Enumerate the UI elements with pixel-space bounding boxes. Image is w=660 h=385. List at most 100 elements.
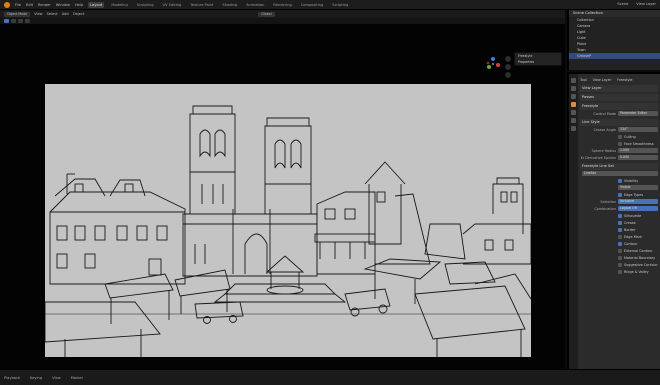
timeline-marker[interactable]: Marker	[71, 376, 83, 380]
outliner-title: Scene Collection	[569, 10, 660, 17]
crease-angle-label: Crease Angle	[593, 127, 616, 132]
view-layer-selector[interactable]: View Layer	[636, 2, 656, 6]
blender-logo-icon[interactable]	[4, 1, 10, 8]
edge-types-label: Edge Types	[624, 192, 644, 197]
panel-item-properties[interactable]: Properties	[515, 59, 561, 65]
crease-angle-field[interactable]: 134°	[618, 127, 658, 132]
menu-render[interactable]: Render	[38, 3, 51, 7]
tab-shading[interactable]: Shading	[220, 2, 239, 8]
town-square-line-render	[45, 105, 531, 357]
combination-label: Combination	[594, 206, 616, 211]
object-tab-icon[interactable]	[571, 126, 576, 131]
section-freestyle[interactable]: Freestyle	[580, 103, 658, 110]
tab-compositing[interactable]: Compositing	[299, 2, 326, 8]
edge-checkbox[interactable]	[618, 213, 622, 218]
edge-types-checkbox[interactable]	[618, 192, 622, 197]
edge-label: Ridge & Valley	[624, 269, 649, 274]
edge-checkbox[interactable]	[618, 227, 622, 232]
tab-modeling[interactable]: Modeling	[109, 2, 129, 8]
timeline-bar: Playback Keying View Marker	[0, 369, 660, 385]
timeline-view[interactable]: View	[52, 376, 61, 380]
camera-render-view	[45, 84, 531, 357]
kr-epsilon-field[interactable]: 0.000	[618, 155, 658, 160]
tab-tool[interactable]: Tool	[580, 78, 587, 82]
tab-layout[interactable]: Layout	[88, 1, 105, 8]
timeline-playback[interactable]: Playback	[4, 376, 20, 380]
sphere-radius-field[interactable]: 1.000	[618, 148, 658, 153]
face-smoothness-checkbox[interactable]	[618, 141, 622, 146]
section-view-layer[interactable]: View Layer	[580, 85, 658, 92]
section-line-set[interactable]: Freestyle Line Set	[580, 163, 658, 170]
selection-dropdown[interactable]: Inclusive	[618, 199, 658, 204]
menu-add[interactable]: Add	[62, 12, 69, 16]
timeline-keying[interactable]: Keying	[30, 376, 42, 380]
viewport-header: Object Mode View Select Add Object Globa…	[0, 10, 565, 18]
edge-label: Crease	[624, 220, 636, 225]
edge-checkbox[interactable]	[618, 269, 622, 274]
3d-viewport[interactable]: Freestyle Properties	[0, 24, 565, 369]
tab-sculpting[interactable]: Sculpting	[135, 2, 156, 8]
culling-label: Culling	[624, 134, 636, 139]
scene-selector[interactable]: Scene	[617, 2, 628, 6]
tab-animation[interactable]: Animation	[244, 2, 266, 8]
kr-epsilon-label: Kr Derivative Epsilon	[580, 155, 616, 160]
edge-label: Silhouette	[624, 213, 642, 218]
edge-checkbox[interactable]	[618, 234, 622, 239]
menu-object[interactable]: Object	[73, 12, 85, 16]
edge-checkbox[interactable]	[618, 241, 622, 246]
culling-checkbox[interactable]	[618, 134, 622, 139]
visibility-label: Visibility	[624, 178, 639, 183]
edge-label: External Contour	[624, 248, 653, 253]
tab-scripting[interactable]: Scripting	[330, 2, 350, 8]
render-tab-icon[interactable]	[571, 86, 576, 91]
edge-checkbox[interactable]	[618, 262, 622, 267]
edge-label: Material Boundary	[624, 255, 656, 260]
section-line-style[interactable]: Line Style	[580, 119, 658, 126]
visibility-checkbox[interactable]	[618, 178, 622, 183]
menu-edit[interactable]: Edit	[26, 3, 33, 7]
mode-dropdown[interactable]: Object Mode	[4, 11, 31, 17]
tab-view-layer[interactable]: View Layer	[593, 78, 612, 82]
control-mode-label: Control Mode	[593, 111, 616, 116]
camera-view-icon[interactable]	[505, 72, 511, 78]
menu-file[interactable]: File	[15, 3, 21, 7]
mode-extend-icon[interactable]	[25, 19, 30, 23]
tab-uv-editing[interactable]: UV Editing	[161, 2, 184, 8]
selection-label: Selection	[600, 199, 616, 204]
menu-help[interactable]: Help	[75, 3, 83, 7]
output-tab-icon[interactable]	[571, 94, 576, 99]
edge-label: Suggestive Contour	[624, 262, 658, 267]
section-passes[interactable]: Passes	[580, 94, 658, 101]
navigation-gizmo-icon[interactable]	[485, 56, 501, 72]
world-tab-icon[interactable]	[571, 118, 576, 123]
edge-label: Border	[624, 227, 636, 232]
tab-texture-paint[interactable]: Texture Paint	[188, 2, 215, 8]
lineset-list-item[interactable]: LineSet	[582, 171, 658, 176]
view-layer-tab-icon[interactable]	[571, 102, 576, 107]
select-lasso-icon[interactable]	[18, 19, 23, 23]
edge-label: Edge Mark	[624, 234, 642, 239]
orientation-dropdown[interactable]: Global	[258, 11, 275, 17]
overlay-panel: Freestyle Properties	[514, 52, 562, 66]
select-circle-icon[interactable]	[11, 19, 16, 23]
visibility-dropdown[interactable]: Visible	[618, 185, 658, 190]
select-box-icon[interactable]	[4, 19, 9, 23]
tab-freestyle[interactable]: Freestyle	[617, 78, 632, 82]
tool-tab-icon[interactable]	[571, 78, 576, 83]
edge-checkbox[interactable]	[618, 255, 622, 260]
scene-tab-icon[interactable]	[571, 110, 576, 115]
edge-checkbox[interactable]	[618, 220, 622, 225]
menu-view[interactable]: View	[34, 12, 43, 16]
sphere-radius-label: Sphere Radius	[591, 148, 616, 153]
combination-dropdown[interactable]: Logical OR	[618, 206, 658, 211]
outliner-row-selected[interactable]: GreaseP	[569, 53, 660, 59]
menu-window[interactable]: Window	[56, 3, 70, 7]
edge-checkbox[interactable]	[618, 248, 622, 253]
edge-label: Contour	[624, 241, 638, 246]
pan-icon[interactable]	[505, 64, 511, 70]
zoom-icon[interactable]	[505, 56, 511, 62]
menu-select[interactable]: Select	[47, 12, 58, 16]
tab-rendering[interactable]: Rendering	[271, 2, 293, 8]
properties-tab-strip	[569, 74, 578, 371]
control-mode-dropdown[interactable]: Parameter Editor	[618, 111, 658, 116]
